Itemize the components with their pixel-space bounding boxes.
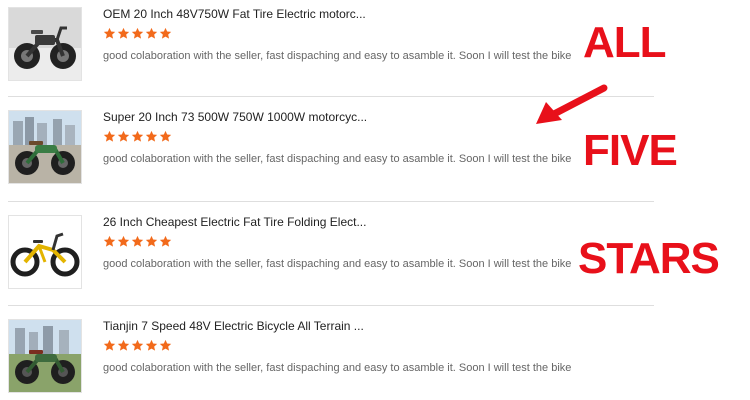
review-comment: good colaboration with the seller, fast … xyxy=(103,362,572,374)
star-icon xyxy=(103,339,116,351)
star-icon xyxy=(145,235,158,247)
star-rating xyxy=(103,339,173,353)
red-arrow-annotation-icon xyxy=(536,84,608,124)
star-icon xyxy=(145,27,158,39)
star-icon xyxy=(117,27,130,39)
annotation-line-five: FIVE xyxy=(583,126,678,175)
product-thumbnail[interactable] xyxy=(8,7,82,81)
star-icon xyxy=(103,27,116,39)
star-icon xyxy=(159,339,172,351)
star-icon xyxy=(117,339,130,351)
star-icon xyxy=(159,130,172,142)
green-all-terrain-ebike-icon xyxy=(9,320,81,392)
star-icon xyxy=(103,130,116,142)
star-icon xyxy=(117,235,130,247)
star-icon xyxy=(145,339,158,351)
product-thumbnail[interactable] xyxy=(8,110,82,184)
page: OEM 20 Inch 48V750W Fat Tire Electric mo… xyxy=(0,0,750,400)
star-icon xyxy=(103,235,116,247)
review-comment: good colaboration with the seller, fast … xyxy=(103,258,572,270)
star-icon xyxy=(159,27,172,39)
review-item: Tianjin 7 Speed 48V Electric Bicycle All… xyxy=(0,306,655,400)
fat-tire-motorcycle-ebike-icon xyxy=(9,8,81,80)
star-rating xyxy=(103,235,173,249)
star-icon xyxy=(131,235,144,247)
star-icon xyxy=(131,339,144,351)
star-icon xyxy=(159,235,172,247)
green-retro-ebike-icon xyxy=(9,111,81,183)
review-item: 26 Inch Cheapest Electric Fat Tire Foldi… xyxy=(0,202,655,302)
product-title[interactable]: Super 20 Inch 73 500W 750W 1000W motorcy… xyxy=(103,110,367,124)
review-comment: good colaboration with the seller, fast … xyxy=(103,153,572,165)
star-icon xyxy=(117,130,130,142)
star-icon xyxy=(131,27,144,39)
star-rating xyxy=(103,130,173,144)
product-title[interactable]: OEM 20 Inch 48V750W Fat Tire Electric mo… xyxy=(103,7,366,21)
product-thumbnail[interactable] xyxy=(8,319,82,393)
product-title[interactable]: Tianjin 7 Speed 48V Electric Bicycle All… xyxy=(103,319,364,333)
star-icon xyxy=(131,130,144,142)
star-icon xyxy=(145,130,158,142)
review-comment: good colaboration with the seller, fast … xyxy=(103,50,572,62)
product-title[interactable]: 26 Inch Cheapest Electric Fat Tire Foldi… xyxy=(103,215,366,229)
annotation-line-all: ALL xyxy=(583,18,667,67)
product-thumbnail[interactable] xyxy=(8,215,82,289)
yellow-folding-ebike-icon xyxy=(9,216,81,288)
annotation-line-stars: STARS xyxy=(578,234,720,283)
star-rating xyxy=(103,27,173,41)
